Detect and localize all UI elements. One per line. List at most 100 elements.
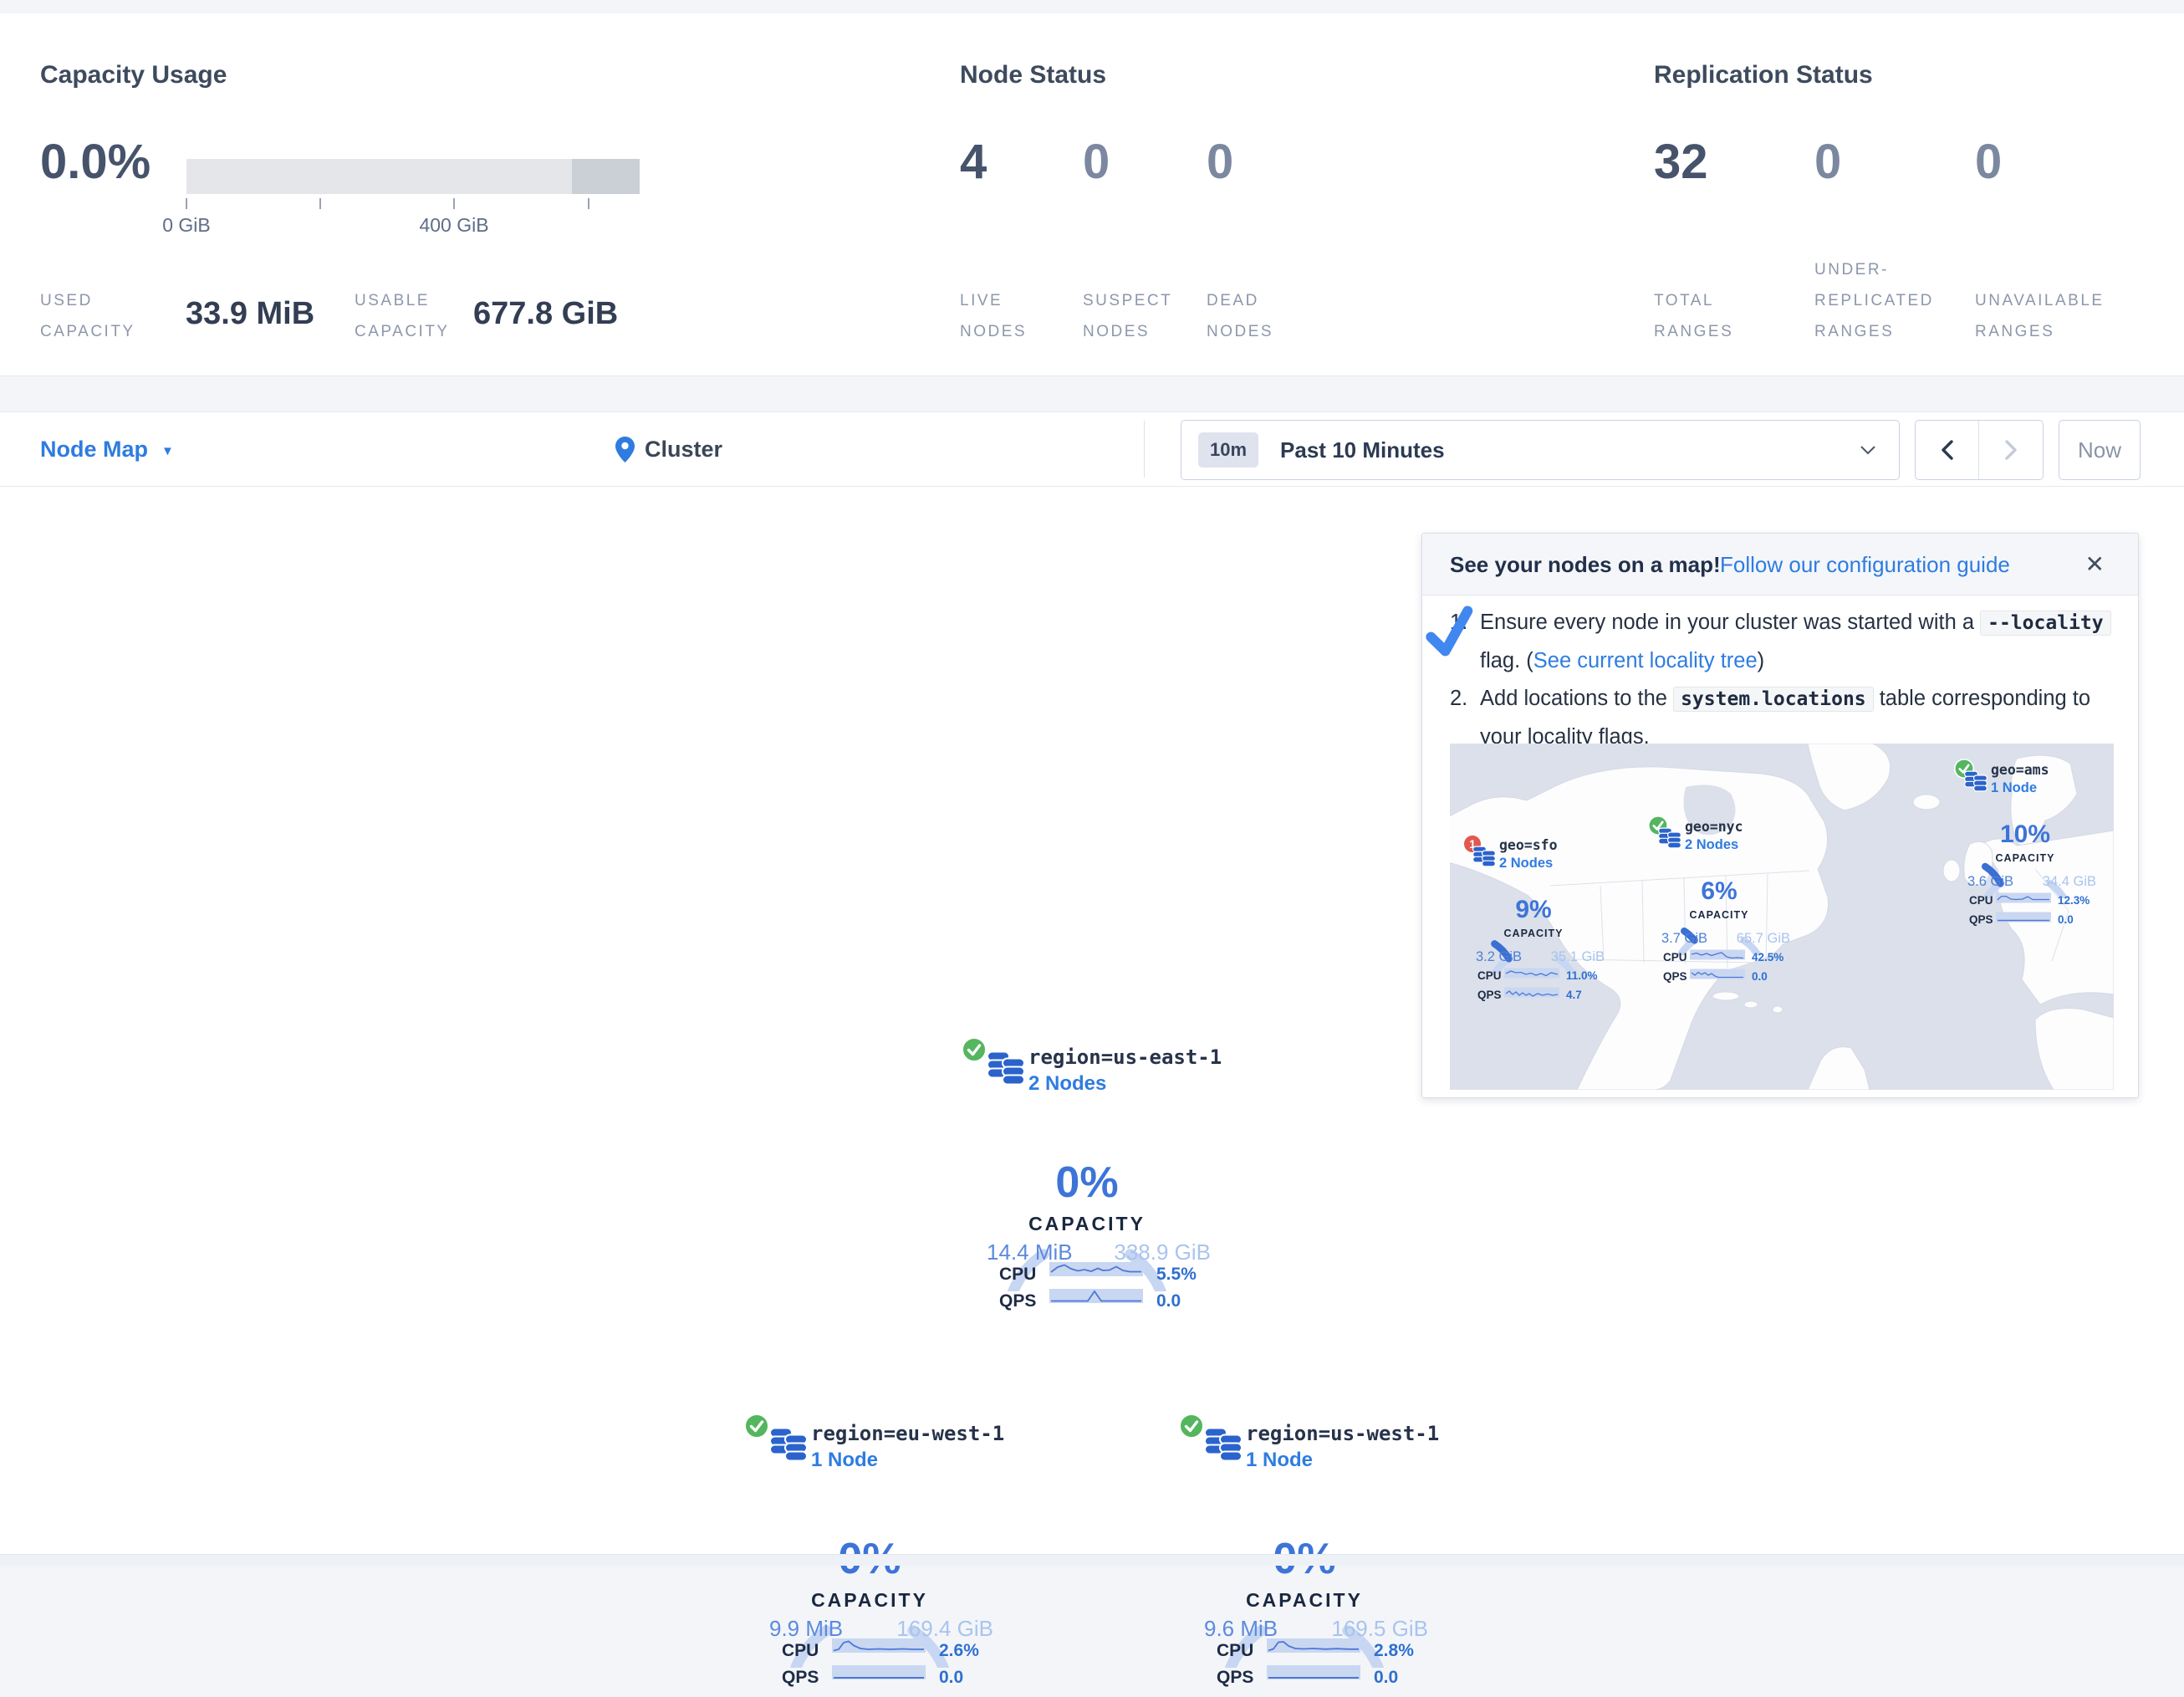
step-done-check-icon [1424, 606, 1476, 659]
time-back-button[interactable] [1916, 421, 1979, 479]
cpu-label: CPU [1663, 951, 1687, 964]
cpu-sparkline [1690, 949, 1745, 960]
under-replicated-label: UNDER-REPLICATEDRANGES [1814, 254, 1934, 347]
qps-value: 0.0 [1156, 1291, 1181, 1311]
live-nodes-count: 4 [960, 134, 987, 190]
used-capacity: 3.6 GiB [1967, 874, 2013, 890]
capacity-caption: CAPACITY [953, 1213, 1221, 1235]
time-range-badge: 10m [1198, 432, 1258, 468]
instruction-step-1: 1.Ensure every node in your cluster was … [1450, 604, 2117, 680]
qps-value: 0.0 [939, 1668, 963, 1688]
axis-tick [588, 198, 589, 209]
nodemap-toolbar: Node Map ▼ Cluster 10m Past 10 Minutes N… [0, 411, 2184, 487]
time-forward-button[interactable] [1979, 421, 2043, 479]
breadcrumb[interactable]: Cluster [615, 412, 722, 486]
capacity-caption: CAPACITY [1954, 852, 2096, 864]
total-ranges-count: 32 [1654, 134, 1708, 190]
capacity-caption: CAPACITY [1171, 1589, 1438, 1612]
qps-sparkline [1504, 987, 1559, 998]
chevron-left-icon [1942, 440, 1953, 460]
capacity-usage-title: Capacity Usage [40, 61, 227, 89]
qps-sparkline [1690, 969, 1745, 979]
system-locations-code: system.locations [1673, 687, 1874, 712]
close-icon[interactable]: ✕ [2085, 550, 2105, 578]
qps-sparkline [1049, 1288, 1143, 1304]
chevron-right-icon [2005, 440, 2017, 460]
popup-header: See your nodes on a map! Follow our conf… [1422, 534, 2138, 595]
region-group-us-east-1[interactable]: region=us-east-1 2 Nodes 0% CAPACITY 14.… [953, 1040, 1221, 1321]
live-nodes-label: LIVENODES [960, 285, 1027, 347]
map-node-geo-ams[interactable]: geo=ams 1 Node 10% CAPACITY 3.6 GiB 34.4… [1954, 760, 2096, 933]
view-mode-dropdown[interactable]: Node Map ▼ [40, 412, 174, 486]
capacity-percent: 0.0% [40, 134, 151, 190]
capacity-percent-value: 0% [953, 1158, 1221, 1208]
cpu-label: CPU [999, 1265, 1036, 1285]
configuration-guide-link[interactable]: Follow our configuration guide [1720, 552, 2010, 578]
chevron-down-icon [1860, 446, 1875, 455]
cpu-sparkline [1996, 892, 2051, 903]
cpu-value: 2.6% [939, 1641, 979, 1661]
capacity-bar-reserved [572, 159, 640, 194]
map-node-geo-sfo[interactable]: 1 geo=sfo 2 Nodes 9% CAPACITY 3.2 GiB 35… [1462, 836, 1605, 1008]
now-button[interactable]: Now [2059, 420, 2141, 480]
axis-tick [453, 198, 455, 209]
cpu-value: 2.8% [1374, 1641, 1414, 1661]
used-capacity: 3.2 GiB [1476, 949, 1522, 965]
cpu-sparkline [1049, 1261, 1143, 1277]
qps-value: 0.0 [1374, 1668, 1398, 1688]
world-map-preview: 1 geo=sfo 2 Nodes 9% CAPACITY 3.2 GiB 35… [1450, 744, 2114, 1090]
cpu-label: CPU [782, 1641, 819, 1661]
capacity-caption: CAPACITY [736, 1589, 1003, 1612]
time-range-label: Past 10 Minutes [1280, 437, 1445, 463]
qps-label: QPS [1663, 970, 1687, 983]
capacity-percent-value: 6% [1648, 877, 1790, 906]
chevron-down-icon: ▼ [161, 441, 174, 458]
cpu-value: 11.0% [1566, 969, 1598, 982]
map-node-geo-nyc[interactable]: geo=nyc 2 Nodes 6% CAPACITY 3.7 GiB 65.7… [1648, 817, 1790, 989]
nodemap-config-popup: See your nodes on a map! Follow our conf… [1421, 533, 2139, 1098]
cpu-value: 42.5% [1752, 951, 1783, 964]
time-range-dropdown[interactable]: 10m Past 10 Minutes [1181, 420, 1900, 480]
capacity-caption: CAPACITY [1648, 909, 1790, 921]
cpu-label: CPU [1477, 969, 1502, 982]
qps-label: QPS [999, 1291, 1036, 1311]
toolbar-divider [1144, 421, 1145, 478]
used-capacity: 3.7 GiB [1661, 931, 1707, 947]
used-capacity-value: 33.9 MiB [186, 296, 314, 332]
cluster-summary-bar: Capacity Usage 0.0% 0 GiB 400 GiB USED C… [0, 13, 2184, 376]
capacity-bar [186, 159, 640, 194]
map-pin-icon [615, 437, 635, 463]
usable-capacity-value: 677.8 GiB [473, 296, 618, 332]
axis-tick-label: 400 GiB [404, 214, 504, 237]
dead-nodes-label: DEADNODES [1207, 285, 1273, 347]
locality-tree-link[interactable]: See current locality tree [1533, 649, 1758, 672]
total-ranges-label: TOTALRANGES [1654, 285, 1733, 347]
under-replicated-count: 0 [1814, 134, 1841, 190]
axis-tick-label: 0 GiB [136, 214, 237, 237]
cpu-label: CPU [1217, 1641, 1253, 1661]
total-capacity: 35.1 GiB [1551, 949, 1605, 965]
qps-label: QPS [1969, 913, 1993, 926]
qps-value: 0.0 [2058, 913, 2074, 926]
axis-tick [186, 198, 187, 209]
cpu-sparkline [1267, 1638, 1360, 1654]
bottom-strip [0, 1554, 2184, 1566]
qps-sparkline [1267, 1664, 1360, 1680]
qps-sparkline [1996, 912, 2051, 923]
replication-status-title: Replication Status [1654, 61, 1873, 89]
view-mode-label: Node Map [40, 437, 148, 463]
usable-capacity-label: USABLE CAPACITY [355, 285, 450, 347]
popup-instructions: 1.Ensure every node in your cluster was … [1450, 604, 2117, 756]
capacity-percent-value: 10% [1954, 820, 2096, 849]
total-capacity: 34.4 GiB [2043, 874, 2096, 890]
qps-label: QPS [1217, 1668, 1253, 1688]
cpu-value: 12.3% [2058, 894, 2090, 907]
axis-tick [319, 198, 321, 209]
unavailable-ranges-label: UNAVAILABLERANGES [1975, 285, 2105, 347]
popup-title: See your nodes on a map! [1450, 552, 1721, 578]
qps-label: QPS [782, 1668, 819, 1688]
cpu-sparkline [1504, 968, 1559, 979]
total-capacity: 65.7 GiB [1737, 931, 1790, 947]
capacity-caption: CAPACITY [1462, 928, 1605, 939]
node-status-title: Node Status [960, 61, 1106, 89]
